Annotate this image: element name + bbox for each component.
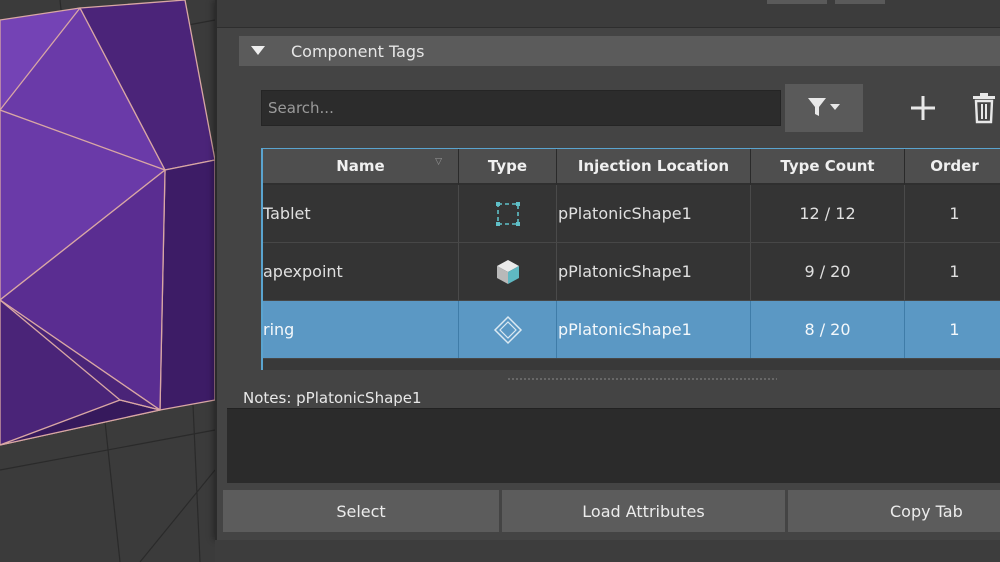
type-cell xyxy=(459,243,557,300)
row-injection-location: pPlatonicShape1 xyxy=(557,185,751,242)
select-button[interactable]: Select xyxy=(223,490,499,532)
filter-icon xyxy=(808,98,840,116)
column-header-name[interactable]: Name ▽ xyxy=(263,149,459,185)
table-header-row: Name ▽ Type Injection Location Type Coun… xyxy=(263,149,1000,185)
trash-icon[interactable] xyxy=(969,92,999,124)
row-injection-location: pPlatonicShape1 xyxy=(557,243,751,300)
component-tags-panel: Component Tags Name ▽ xyxy=(215,0,1000,540)
row-name: Tablet xyxy=(263,185,459,242)
row-injection-location: pPlatonicShape1 xyxy=(557,301,751,358)
row-type-count: 8 / 20 xyxy=(751,301,905,358)
column-header-injection-location[interactable]: Injection Location xyxy=(557,149,751,185)
notes-label: Notes: pPlatonicShape1 xyxy=(243,389,422,407)
notes-textarea[interactable] xyxy=(227,408,1000,483)
row-name: ring xyxy=(263,301,459,358)
table-row-selected[interactable]: ring pPlatonicShape1 8 / 20 1 xyxy=(263,301,1000,359)
load-attributes-button[interactable]: Load Attributes xyxy=(502,490,785,532)
splitter-handle[interactable] xyxy=(507,377,777,381)
face-component-icon xyxy=(495,201,520,226)
table-row[interactable]: Tablet pPlatonicShape1 12 / 12 1 xyxy=(263,185,1000,243)
row-order: 1 xyxy=(905,301,1000,358)
column-header-label: Name xyxy=(336,157,385,175)
tags-table: Name ▽ Type Injection Location Type Coun… xyxy=(261,148,1000,370)
row-type-count: 12 / 12 xyxy=(751,185,905,242)
section-title: Component Tags xyxy=(291,42,425,61)
panel-title-bar xyxy=(217,0,1000,28)
row-type-count: 9 / 20 xyxy=(751,243,905,300)
row-order: 1 xyxy=(905,185,1000,242)
search-input[interactable] xyxy=(261,90,781,126)
filter-dropdown-button[interactable] xyxy=(785,84,863,132)
column-header-type-count[interactable]: Type Count xyxy=(751,149,905,185)
column-header-type[interactable]: Type xyxy=(459,149,557,185)
sort-indicator-icon: ▽ xyxy=(435,157,442,167)
plus-icon[interactable] xyxy=(907,92,939,124)
panel-bottom-edge xyxy=(215,540,1000,562)
section-header-component-tags[interactable]: Component Tags xyxy=(239,36,1000,66)
vertex-cube-icon xyxy=(496,259,519,284)
app-window: Component Tags Name ▽ xyxy=(0,0,1000,562)
collapse-triangle-icon[interactable] xyxy=(251,46,265,55)
row-name: apexpoint xyxy=(263,243,459,300)
edge-diamond-icon xyxy=(493,315,522,344)
type-cell xyxy=(459,185,557,242)
copy-tab-button[interactable]: Copy Tab xyxy=(788,490,1000,532)
table-row[interactable]: apexpoint pPlatonicShape1 9 / 20 1 xyxy=(263,243,1000,301)
title-bar-button[interactable] xyxy=(835,0,885,4)
row-order: 1 xyxy=(905,243,1000,300)
title-bar-button[interactable] xyxy=(767,0,827,4)
type-cell xyxy=(459,301,557,358)
column-header-order[interactable]: Order xyxy=(905,149,1000,185)
platonic-mesh xyxy=(0,0,216,446)
